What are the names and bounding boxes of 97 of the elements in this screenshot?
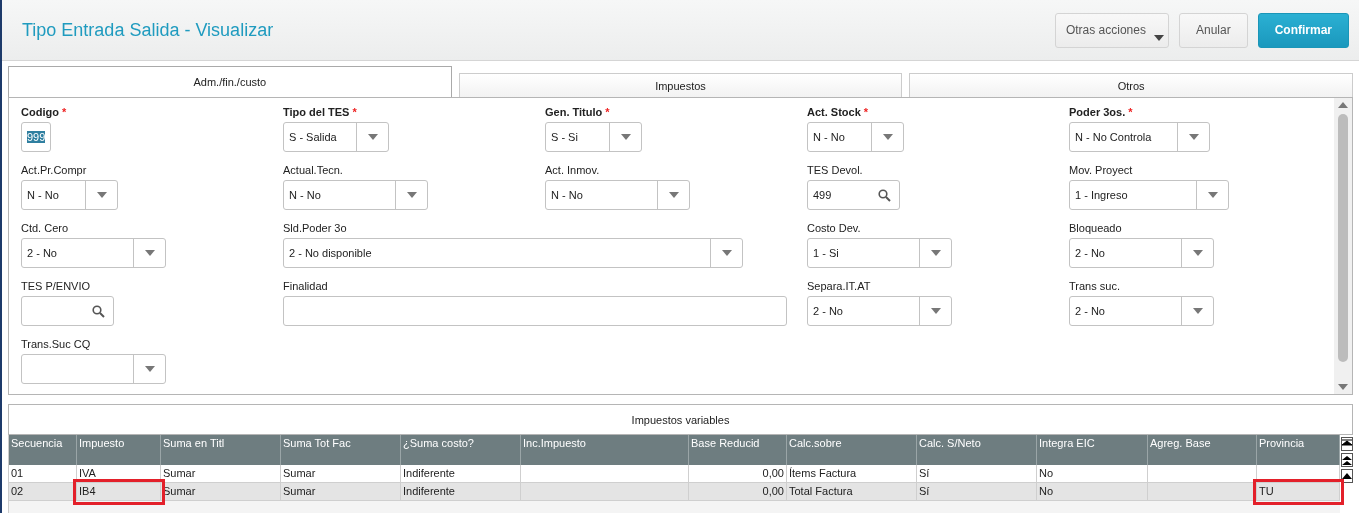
input-field[interactable] (283, 296, 787, 326)
table-cell: No (1037, 483, 1148, 501)
column-header[interactable]: Calc. S/Neto (917, 435, 1037, 465)
table-cell: Sumar (161, 465, 281, 483)
tab[interactable]: Impuestos (458, 73, 903, 97)
field-label: Bloqueado (1069, 222, 1123, 235)
scroll-up-icon (1338, 102, 1348, 108)
dropdown-arrow-icon (1338, 384, 1348, 390)
dropdown-arrow-icon (406, 192, 417, 198)
dropdown-field[interactable]: N - No (283, 180, 428, 210)
column-header[interactable]: Inc.Impuesto (521, 435, 689, 465)
table-cell: Sí (917, 483, 1037, 501)
field-label: Codigo * (21, 106, 68, 119)
column-header[interactable]: Agreg. Base (1148, 435, 1257, 465)
field-label: Trans.Suc CQ (21, 338, 92, 351)
table-cell: 0,00 (689, 483, 787, 501)
page-up-button[interactable] (1341, 453, 1353, 467)
field-label: Act. Stock * (807, 106, 870, 119)
dropdown-arrow-icon (930, 308, 941, 314)
field-label: Costo Dev. (807, 222, 862, 235)
dropdown-field[interactable] (21, 354, 166, 384)
column-header[interactable]: Calc.sobre (787, 435, 917, 465)
column-header[interactable]: Secuencia (9, 435, 77, 465)
dropdown-arrow-icon (882, 134, 893, 140)
table-cell: Sumar (161, 483, 281, 501)
scroll-up-button[interactable] (1341, 469, 1353, 483)
tab[interactable]: Adm./fin./custo (8, 66, 452, 97)
table-cell: Indiferente (401, 483, 521, 501)
dropdown-arrow-icon (367, 134, 378, 140)
field-label: TES Devol. (807, 164, 864, 177)
column-header[interactable]: Integra EIC (1037, 435, 1148, 465)
column-header[interactable]: Provincia (1257, 435, 1340, 465)
field-label: Sld.Poder 3o (283, 222, 348, 235)
lookup-field[interactable]: 499 (807, 180, 900, 210)
dropdown-field[interactable]: S - Salida (283, 122, 389, 152)
table-cell: Sumar (281, 465, 401, 483)
column-header[interactable]: Suma en Titl (161, 435, 281, 465)
dropdown-arrow-icon (668, 192, 679, 198)
scroll-top-button[interactable] (1341, 437, 1353, 451)
dropdown-field[interactable]: 2 - No disponible (283, 238, 743, 268)
dropdown-arrow-icon (144, 366, 155, 372)
dropdown-arrow-icon (930, 250, 941, 256)
table-cell: Indiferente (401, 465, 521, 483)
lookup-field[interactable] (21, 296, 114, 326)
field-label: TES P/ENVIO (21, 280, 92, 293)
dropdown-arrow-icon (620, 134, 631, 140)
field-label: Act. Inmov. (545, 164, 601, 177)
table-cell: Ítems Factura (787, 465, 917, 483)
caret-icon (1153, 34, 1164, 41)
field-label: Ctd. Cero (21, 222, 70, 235)
dropdown-field[interactable]: S - Si (545, 122, 642, 152)
dropdown-arrow-icon (1192, 250, 1203, 256)
dropdown-arrow-icon (144, 250, 155, 256)
table-cell: No (1037, 465, 1148, 483)
dropdown-arrow-icon (1192, 308, 1203, 314)
search-icon (878, 188, 891, 202)
dropdown-arrow-icon (721, 250, 732, 256)
dropdown-field[interactable]: N - No (21, 180, 118, 210)
column-header[interactable]: Suma Tot Fac (281, 435, 401, 465)
dropdown-field[interactable]: 2 - No (21, 238, 166, 268)
input-field[interactable]: 999 (21, 122, 51, 152)
dropdown-arrow-icon (1207, 192, 1218, 198)
more-actions-button[interactable]: Otras acciones (1054, 12, 1169, 48)
page-title: Tipo Entrada Salida - Visualizar (22, 19, 275, 41)
dropdown-field[interactable]: N - No (807, 122, 904, 152)
table-cell: 02 (9, 483, 77, 501)
table-cell: 0,00 (689, 465, 787, 483)
table-cell: Sumar (281, 483, 401, 501)
dropdown-field[interactable]: N - No Controla (1069, 122, 1210, 152)
tab[interactable]: Otros (909, 73, 1353, 97)
search-icon (92, 304, 105, 318)
table-cell: Total Factura (787, 483, 917, 501)
dropdown-field[interactable]: 2 - No (1069, 296, 1214, 326)
field-label: Act.Pr.Compr (21, 164, 88, 177)
dropdown-field[interactable]: 1 - Ingreso (1069, 180, 1229, 210)
column-header[interactable]: Base Reducid (689, 435, 787, 465)
field-label: Tipo del TES * (283, 106, 358, 119)
field-label: Poder 3os. * (1069, 106, 1134, 119)
field-label: Finalidad (283, 280, 329, 293)
field-label: Mov. Proyect (1069, 164, 1134, 177)
table-cell: Sí (917, 465, 1037, 483)
dropdown-field[interactable]: 2 - No (807, 296, 952, 326)
field-label: Trans suc. (1069, 280, 1121, 293)
dropdown-arrow-icon (1188, 134, 1199, 140)
cancel-button[interactable]: Anular (1178, 12, 1248, 48)
field-label: Gen. Titulo * (545, 106, 611, 119)
dropdown-field[interactable]: 2 - No (1069, 238, 1214, 268)
column-header[interactable]: ¿Suma costo? (401, 435, 521, 465)
scrollbar[interactable] (1334, 98, 1352, 394)
table-cell: 01 (9, 465, 77, 483)
field-label: Actual.Tecn. (283, 164, 344, 177)
column-header[interactable]: Impuesto (77, 435, 161, 465)
grid-title: Impuestos variables (8, 404, 1353, 435)
dropdown-field[interactable]: N - No (545, 180, 690, 210)
field-label: Separa.IT.AT (807, 280, 872, 293)
dropdown-field[interactable]: 1 - Si (807, 238, 952, 268)
dropdown-arrow-icon (96, 192, 107, 198)
